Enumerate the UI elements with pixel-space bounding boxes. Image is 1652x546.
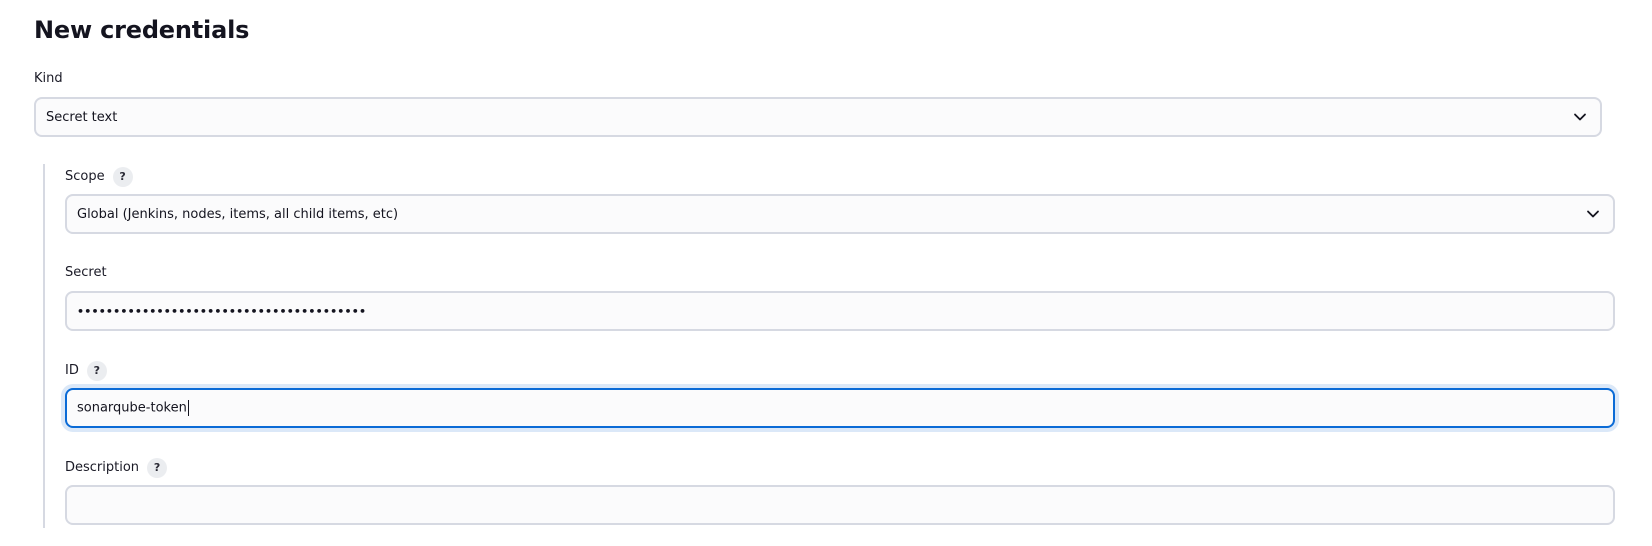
kind-selected-value: Secret text <box>46 109 118 125</box>
id-help-icon[interactable]: ? <box>86 361 107 381</box>
nested-section-rule <box>43 164 45 528</box>
secret-label-text: Secret <box>65 265 107 280</box>
description-help-icon[interactable]: ? <box>147 458 168 478</box>
scope-help-icon[interactable]: ? <box>112 167 133 187</box>
kind-label: Kind <box>34 70 63 88</box>
scope-selected-value: Global (Jenkins, nodes, items, all child… <box>77 206 399 222</box>
kind-select[interactable]: Secret text <box>34 97 1602 137</box>
description-label: Description ? <box>65 458 168 478</box>
id-label-text: ID <box>65 363 79 378</box>
kind-label-text: Kind <box>34 71 63 86</box>
page-title: New credentials <box>34 16 250 44</box>
secret-masked-value: •••••••••••••••••••••••••••••••••••••••• <box>77 304 367 318</box>
description-label-text: Description <box>65 460 140 475</box>
id-input-value: sonarqube-token <box>77 400 187 416</box>
scope-label-text: Scope <box>65 169 105 184</box>
id-input[interactable]: sonarqube-token <box>65 388 1615 428</box>
secret-input[interactable]: •••••••••••••••••••••••••••••••••••••••• <box>65 291 1615 331</box>
scope-label: Scope ? <box>65 167 133 187</box>
description-input[interactable] <box>65 485 1615 525</box>
id-label: ID ? <box>65 361 107 381</box>
secret-label: Secret <box>65 264 107 282</box>
chevron-down-icon <box>1572 109 1588 125</box>
id-input-value-wrap: sonarqube-token <box>77 400 1601 416</box>
text-caret <box>187 400 189 416</box>
scope-select[interactable]: Global (Jenkins, nodes, items, all child… <box>65 194 1615 234</box>
chevron-down-icon <box>1585 206 1601 222</box>
